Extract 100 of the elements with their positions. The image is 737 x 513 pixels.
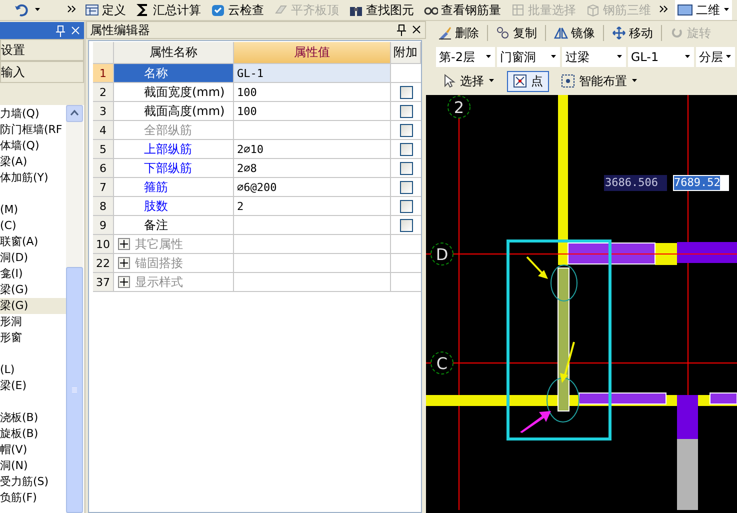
row-number: 1 bbox=[93, 64, 114, 83]
panel-button[interactable]: 设置 bbox=[0, 39, 84, 61]
property-name: 箍筋 bbox=[114, 178, 234, 197]
checkbox[interactable] bbox=[400, 162, 412, 174]
copy-icon bbox=[496, 26, 510, 40]
coordinate-readout: 3686.506 bbox=[604, 175, 667, 191]
checkbox[interactable] bbox=[400, 180, 412, 194]
rotate-icon bbox=[670, 26, 684, 40]
property-value[interactable]: 100 bbox=[234, 102, 391, 121]
table-icon bbox=[85, 3, 99, 17]
dropdown[interactable]: GL-1 bbox=[628, 47, 694, 67]
toolbar-button[interactable]: 选择 bbox=[436, 70, 501, 92]
table-corner bbox=[93, 42, 114, 64]
row-number: 4 bbox=[93, 121, 114, 140]
checkbox[interactable] bbox=[400, 86, 412, 98]
component-list-item[interactable]: 梁(G) bbox=[0, 298, 66, 314]
toolbar-button[interactable]: 定义 bbox=[83, 0, 128, 20]
sigma-icon bbox=[136, 3, 150, 17]
row-number: 37 bbox=[93, 273, 114, 292]
toolbar-button[interactable]: 镜像 bbox=[552, 23, 597, 43]
row-number: 2 bbox=[93, 83, 114, 102]
property-value[interactable]: ⌀6@200 bbox=[234, 178, 391, 197]
point-icon bbox=[513, 74, 527, 88]
toolbar-button[interactable]: 汇总计算 bbox=[134, 0, 203, 20]
property-name: 下部纵筋 bbox=[114, 159, 234, 178]
drawing-canvas[interactable]: 2 D C 3686.506 7689.52 bbox=[426, 95, 737, 513]
cloud-check-icon bbox=[211, 3, 225, 17]
scrollbar[interactable] bbox=[66, 105, 83, 513]
property-name: 名称 bbox=[114, 64, 234, 83]
row-number: 3 bbox=[93, 102, 114, 121]
grid-axis-label: 2 bbox=[448, 96, 470, 118]
column-header: 属性值 bbox=[234, 42, 391, 64]
property-value[interactable]: 2⌀10 bbox=[234, 140, 391, 159]
row-number: 5 bbox=[93, 140, 114, 159]
property-value[interactable]: 2 bbox=[234, 197, 391, 216]
pointer-arrow bbox=[560, 342, 575, 383]
toolbar-button[interactable]: 移动 bbox=[610, 23, 655, 43]
row-number: 7 bbox=[93, 178, 114, 197]
toolbar-button[interactable]: 点 bbox=[507, 70, 549, 92]
row-number: 10 bbox=[93, 235, 114, 254]
column bbox=[677, 395, 698, 439]
brush-icon bbox=[438, 26, 452, 40]
panel-button[interactable]: 输入 bbox=[0, 61, 84, 83]
pin-icon bbox=[397, 23, 406, 37]
view-mode-dropdown[interactable]: 二维 bbox=[675, 0, 732, 20]
toolbar-button[interactable]: 云检查 bbox=[209, 0, 266, 20]
toolbar-button[interactable]: 查看钢筋量 bbox=[422, 0, 503, 20]
column-header: 附加 bbox=[391, 42, 421, 64]
plus-icon bbox=[120, 237, 128, 251]
property-value[interactable]: 2⌀8 bbox=[234, 159, 391, 178]
property-value[interactable]: GL-1 bbox=[234, 64, 391, 83]
checkbox[interactable] bbox=[400, 218, 412, 232]
dropdown[interactable]: 过梁 bbox=[562, 47, 626, 67]
checkbox[interactable] bbox=[400, 142, 412, 156]
expand-button[interactable] bbox=[118, 257, 130, 269]
grid-axis-label: D bbox=[430, 242, 454, 266]
expand-button[interactable] bbox=[118, 276, 130, 288]
checkbox[interactable] bbox=[400, 104, 412, 118]
row-number: 22 bbox=[93, 254, 114, 273]
beam bbox=[710, 392, 737, 404]
property-name: 上部纵筋 bbox=[114, 140, 234, 159]
row-number: 8 bbox=[93, 197, 114, 216]
group-name: 其它属性 bbox=[135, 236, 183, 252]
dropdown[interactable]: 第-2层 bbox=[436, 47, 495, 67]
mirror-icon bbox=[554, 26, 568, 40]
toolbar-button[interactable]: 查找图元 bbox=[347, 0, 416, 20]
beam bbox=[677, 242, 737, 263]
toolbar-button[interactable]: 删除 bbox=[436, 23, 481, 43]
checkbox[interactable] bbox=[400, 124, 412, 136]
toolbar-button[interactable]: 智能布置 bbox=[555, 70, 644, 92]
move-icon bbox=[612, 26, 626, 40]
pin-icon bbox=[56, 24, 65, 38]
checkbox[interactable] bbox=[400, 200, 412, 212]
cube-icon bbox=[586, 3, 600, 17]
smart-layout-icon bbox=[561, 74, 575, 88]
row-number: 9 bbox=[93, 216, 114, 235]
grid-select-icon bbox=[511, 3, 525, 17]
cursor-icon bbox=[442, 74, 456, 88]
dropdown[interactable]: 门窗洞 bbox=[496, 47, 560, 67]
plus-icon bbox=[120, 275, 128, 289]
property-name: 截面高度(mm) bbox=[114, 102, 234, 121]
property-name: 全部纵筋 bbox=[114, 121, 234, 140]
panel-title: 属性编辑器 bbox=[90, 22, 151, 38]
property-name: 截面宽度(mm) bbox=[114, 83, 234, 102]
highlight-ellipse bbox=[546, 378, 580, 422]
toolbar-button[interactable]: 复制 bbox=[494, 23, 539, 43]
expand-button[interactable] bbox=[118, 238, 130, 250]
dropdown[interactable]: 分层 bbox=[696, 47, 735, 67]
view-2d-icon bbox=[677, 3, 693, 17]
property-name: 备注 bbox=[114, 216, 234, 235]
group-name: 显示样式 bbox=[135, 274, 183, 290]
pointer-arrow bbox=[520, 411, 551, 433]
property-value[interactable]: 100 bbox=[234, 83, 391, 102]
coordinate-input[interactable]: 7689.52 bbox=[673, 175, 729, 191]
plus-icon bbox=[120, 256, 128, 270]
pointer-arrow bbox=[526, 256, 548, 279]
row-number: 6 bbox=[93, 159, 114, 178]
wall bbox=[655, 243, 677, 265]
property-name: 肢数 bbox=[114, 197, 234, 216]
group-name: 锚固搭接 bbox=[135, 254, 183, 272]
